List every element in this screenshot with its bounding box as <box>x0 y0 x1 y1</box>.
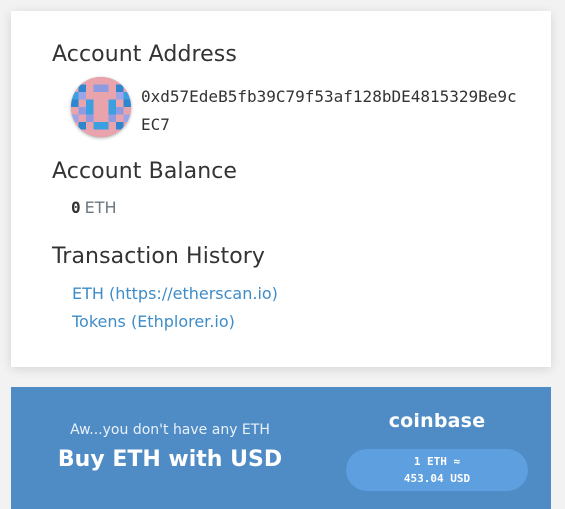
buy-eth-panel[interactable]: Aw...you don't have any ETH Buy ETH with… <box>11 387 551 509</box>
exchange-rate-badge: 1 ETH ≈ 453.04 USD <box>346 449 528 491</box>
balance-unit: ETH <box>84 198 117 217</box>
account-address-value: 0xd57EdeB5fb39C79f53af128bDE4815329Be9cE… <box>141 87 517 134</box>
coinbase-logo: coinbase <box>388 410 486 432</box>
account-card: Account Address 0xd57EdeB5fb39C79f53af12… <box>11 11 551 367</box>
etherscan-link[interactable]: ETH (https://etherscan.io) <box>72 284 278 303</box>
balance-amount: 0 <box>71 198 81 217</box>
ethplorer-link[interactable]: Tokens (Ethplorer.io) <box>72 312 235 331</box>
buy-eth-button[interactable]: Buy ETH with USD <box>11 447 329 472</box>
identicon-avatar-icon <box>71 77 131 137</box>
account-balance: 0 ETH <box>71 198 117 217</box>
no-eth-message: Aw...you don't have any ETH <box>70 422 270 438</box>
transaction-history-title: Transaction History <box>52 244 266 269</box>
account-address-title: Account Address <box>52 42 237 67</box>
rate-line-eth: 1 ETH ≈ <box>413 455 461 468</box>
account-balance-title: Account Balance <box>52 159 238 184</box>
rate-line-usd: 453.04 USD <box>403 472 471 485</box>
